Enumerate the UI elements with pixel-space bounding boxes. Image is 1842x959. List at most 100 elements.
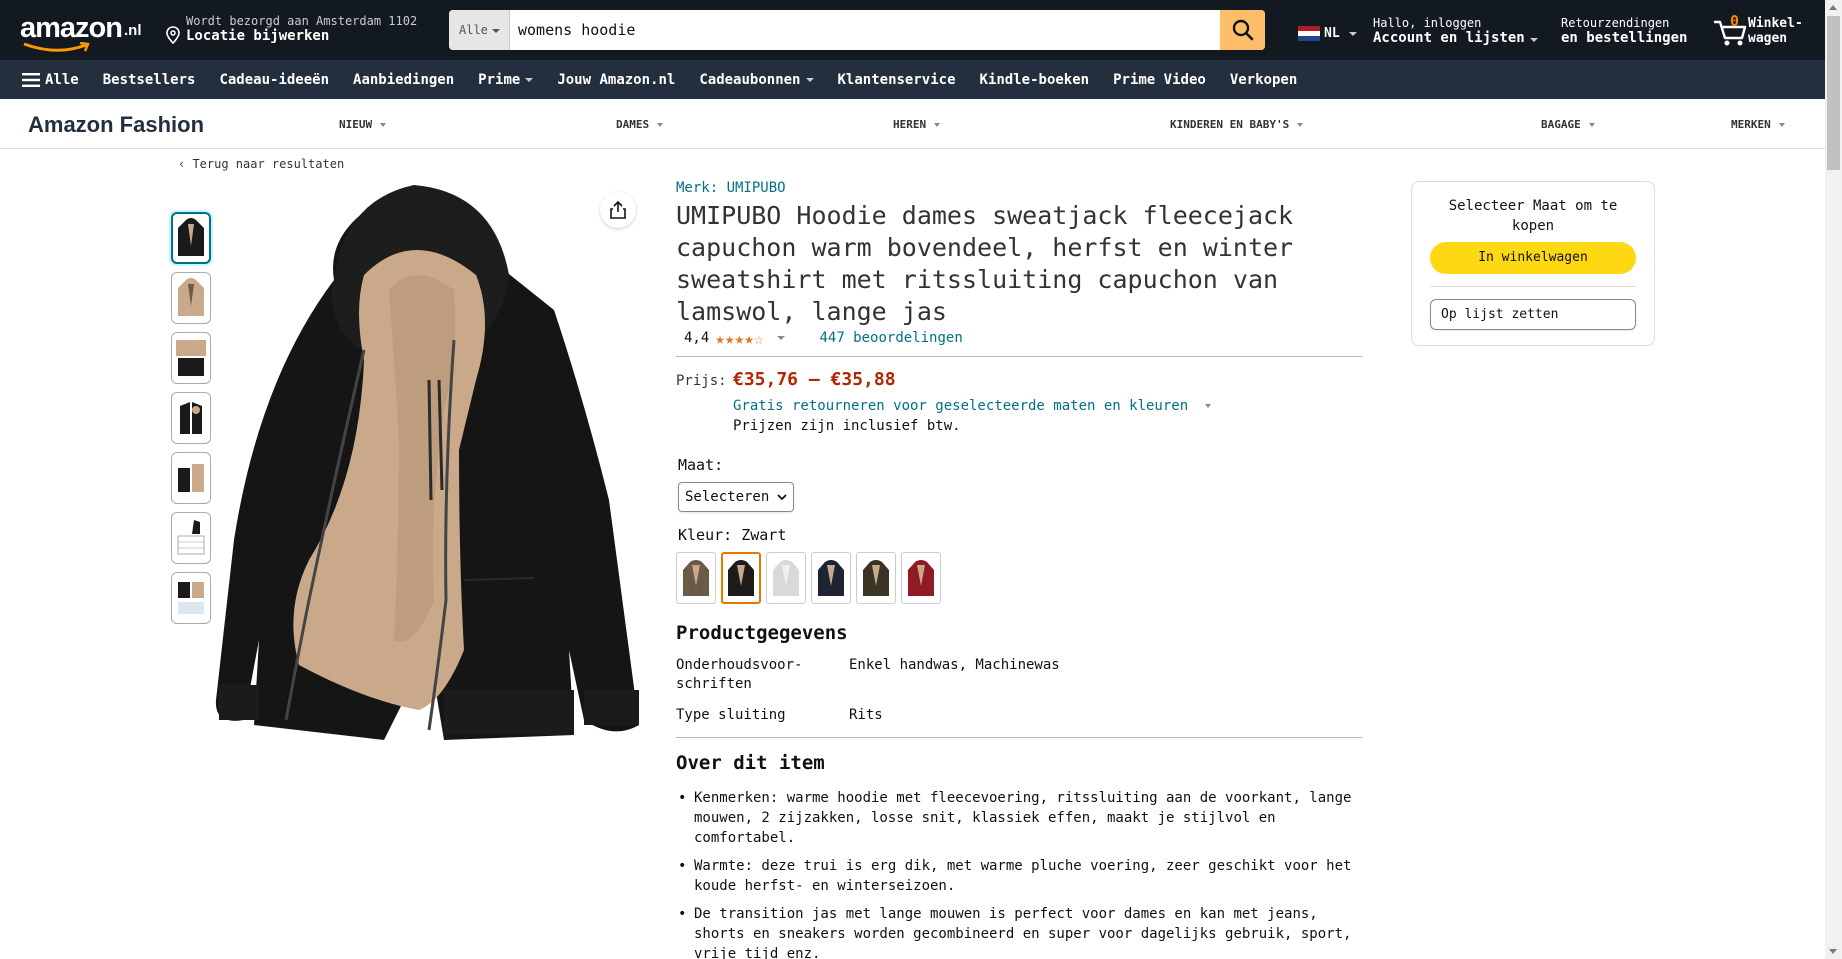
color-swatch[interactable] bbox=[676, 552, 716, 604]
color-swatch[interactable] bbox=[721, 552, 761, 604]
nav-your-amazon[interactable]: Jouw Amazon.nl bbox=[557, 72, 675, 88]
buy-box: Selecteer Maat om te kopen In winkelwage… bbox=[1411, 181, 1655, 346]
smile-icon bbox=[23, 42, 90, 52]
free-returns-link[interactable]: Gratis retourneren voor geselecteerde ma… bbox=[733, 398, 1362, 414]
search-category-label: Alle bbox=[459, 23, 488, 37]
nav-deals[interactable]: Aanbiedingen bbox=[353, 72, 454, 88]
all-menu-label: Alle bbox=[45, 71, 79, 88]
thumbnail[interactable] bbox=[171, 572, 211, 624]
scroll-up-arrow-icon[interactable] bbox=[1829, 5, 1837, 10]
page-scrollbar[interactable] bbox=[1825, 0, 1842, 959]
chevron-down-icon bbox=[1529, 38, 1538, 42]
returns-orders-link[interactable]: Retourzendingen en bestellingen bbox=[1561, 16, 1687, 46]
add-to-cart-button[interactable]: In winkelwagen bbox=[1430, 242, 1636, 274]
hoodie-thumbnail-image bbox=[178, 278, 204, 316]
size-select-value: Selecteren bbox=[685, 489, 770, 505]
spec-row: Type sluiting Rits bbox=[676, 706, 1362, 725]
search-input[interactable] bbox=[518, 10, 1198, 50]
brand-link[interactable]: Merk: UMIPUBO bbox=[676, 180, 1362, 196]
nav-prime[interactable]: Prime bbox=[478, 72, 534, 88]
hoodie-swatch-image bbox=[863, 560, 889, 596]
divider bbox=[676, 356, 1362, 357]
search-bar: Alle bbox=[449, 10, 1265, 50]
feature-bullet: Kenmerken: warme hoodie met fleecevoerin… bbox=[676, 788, 1356, 848]
location-pin-icon bbox=[166, 26, 180, 44]
feature-bullet: De transition jas met lange mouwen is pe… bbox=[676, 904, 1356, 959]
chevron-down-icon bbox=[1297, 123, 1304, 127]
amazon-logo[interactable]: amazon .nl bbox=[20, 12, 148, 52]
vat-note: Prijzen zijn inclusief btw. bbox=[733, 418, 961, 434]
chevron-down-icon bbox=[657, 123, 664, 127]
feature-bullets: Kenmerken: warme hoodie met fleecevoerin… bbox=[676, 788, 1356, 959]
scroll-down-arrow-icon[interactable] bbox=[1829, 949, 1837, 954]
hoodie-swatch-image bbox=[683, 560, 709, 596]
thumbnail[interactable] bbox=[171, 392, 211, 444]
main-product-image[interactable] bbox=[214, 180, 644, 740]
fashion-nav-kids[interactable]: KINDEREN EN BABY'S bbox=[1170, 118, 1304, 131]
spec-key: Type sluiting bbox=[676, 707, 786, 723]
fashion-nav-men-label: HEREN bbox=[893, 118, 927, 131]
thumbnail[interactable] bbox=[171, 512, 211, 564]
top-nav: amazon .nl Wordt bezorgd aan Amsterdam 1… bbox=[0, 0, 1825, 60]
hoodie-thumbnail-image bbox=[178, 464, 204, 492]
all-menu-button[interactable]: Alle bbox=[22, 72, 79, 88]
chevron-down-icon[interactable] bbox=[777, 336, 786, 340]
fashion-nav-new-label: NIEUW bbox=[339, 118, 373, 131]
fashion-nav-brands[interactable]: MERKEN bbox=[1731, 118, 1785, 131]
add-to-list-button[interactable]: Op lijst zetten bbox=[1430, 299, 1636, 330]
hoodie-thumbnail-image bbox=[180, 402, 202, 434]
search-button[interactable] bbox=[1220, 10, 1265, 50]
size-label: Maat: bbox=[678, 456, 724, 474]
back-to-results-link[interactable]: ‹ Terug naar resultaten bbox=[178, 157, 344, 171]
account-line2: Account en lijsten bbox=[1373, 30, 1538, 46]
share-icon bbox=[610, 201, 626, 219]
fashion-nav-brands-label: MERKEN bbox=[1731, 118, 1771, 131]
fashion-nav-women[interactable]: DAMES bbox=[616, 118, 664, 131]
cart-label-2: wagen bbox=[1748, 31, 1788, 46]
spec-key: Onderhoudsvoor-schriften bbox=[676, 657, 803, 692]
nav-kindle-books[interactable]: Kindle-boeken bbox=[980, 72, 1090, 88]
thumbnail[interactable] bbox=[171, 332, 211, 384]
search-category-dropdown[interactable]: Alle bbox=[449, 10, 510, 50]
thumbnail-list bbox=[171, 212, 211, 632]
free-returns-label: Gratis retourneren voor geselecteerde ma… bbox=[733, 398, 1189, 414]
hoodie-thumbnail-image bbox=[178, 218, 204, 256]
feature-bullet: Warmte: deze trui is erg dik, met warme … bbox=[676, 856, 1356, 896]
fashion-nav-new[interactable]: NIEUW bbox=[339, 118, 387, 131]
cart-link[interactable]: 0 Winkel-wagen bbox=[1712, 12, 1822, 52]
account-menu[interactable]: Hallo, inloggen Account en lijsten bbox=[1373, 16, 1538, 46]
fashion-nav-luggage[interactable]: BAGAGE bbox=[1541, 118, 1595, 131]
account-line1: Hallo, inloggen bbox=[1373, 16, 1482, 30]
thumbnail[interactable] bbox=[171, 452, 211, 504]
fashion-nav-women-label: DAMES bbox=[616, 118, 650, 131]
color-swatch[interactable] bbox=[901, 552, 941, 604]
thumbnail[interactable] bbox=[171, 212, 211, 264]
fashion-brand[interactable]: Amazon Fashion bbox=[28, 112, 204, 138]
color-swatch[interactable] bbox=[811, 552, 851, 604]
scrollbar-thumb[interactable] bbox=[1827, 16, 1840, 170]
thumbnail[interactable] bbox=[171, 272, 211, 324]
nav-bestsellers[interactable]: Bestsellers bbox=[103, 72, 196, 88]
deliver-line1: Wordt bezorgd aan Amsterdam 1102 bbox=[186, 14, 418, 28]
size-chart-thumbnail-image bbox=[177, 520, 205, 555]
hoodie-product-image bbox=[215, 185, 639, 740]
divider bbox=[1430, 286, 1636, 287]
reviews-link[interactable]: 447 beoordelingen bbox=[819, 330, 962, 346]
star-rating-icon[interactable]: ★★★★☆ bbox=[715, 329, 763, 348]
chevron-down-icon bbox=[777, 494, 787, 501]
returns-line2: en bestellingen bbox=[1561, 30, 1688, 46]
hoodie-thumbnail-image bbox=[178, 582, 204, 614]
size-select[interactable]: Selecteren bbox=[678, 482, 794, 512]
color-swatch[interactable] bbox=[766, 552, 806, 604]
about-item-title: Over dit item bbox=[676, 752, 825, 774]
color-swatch[interactable] bbox=[856, 552, 896, 604]
nav-gift-cards[interactable]: Cadeaubonnen bbox=[699, 72, 814, 88]
nav-prime-video[interactable]: Prime Video bbox=[1113, 72, 1206, 88]
nav-gift-ideas[interactable]: Cadeau-ideeën bbox=[219, 72, 329, 88]
fashion-nav-men[interactable]: HEREN bbox=[893, 118, 941, 131]
chevron-down-icon bbox=[491, 28, 500, 33]
nav-customer-service[interactable]: Klantenservice bbox=[838, 72, 956, 88]
share-button[interactable] bbox=[600, 192, 636, 228]
nav-sell[interactable]: Verkopen bbox=[1230, 72, 1297, 88]
language-selector[interactable]: NL bbox=[1298, 26, 1357, 41]
